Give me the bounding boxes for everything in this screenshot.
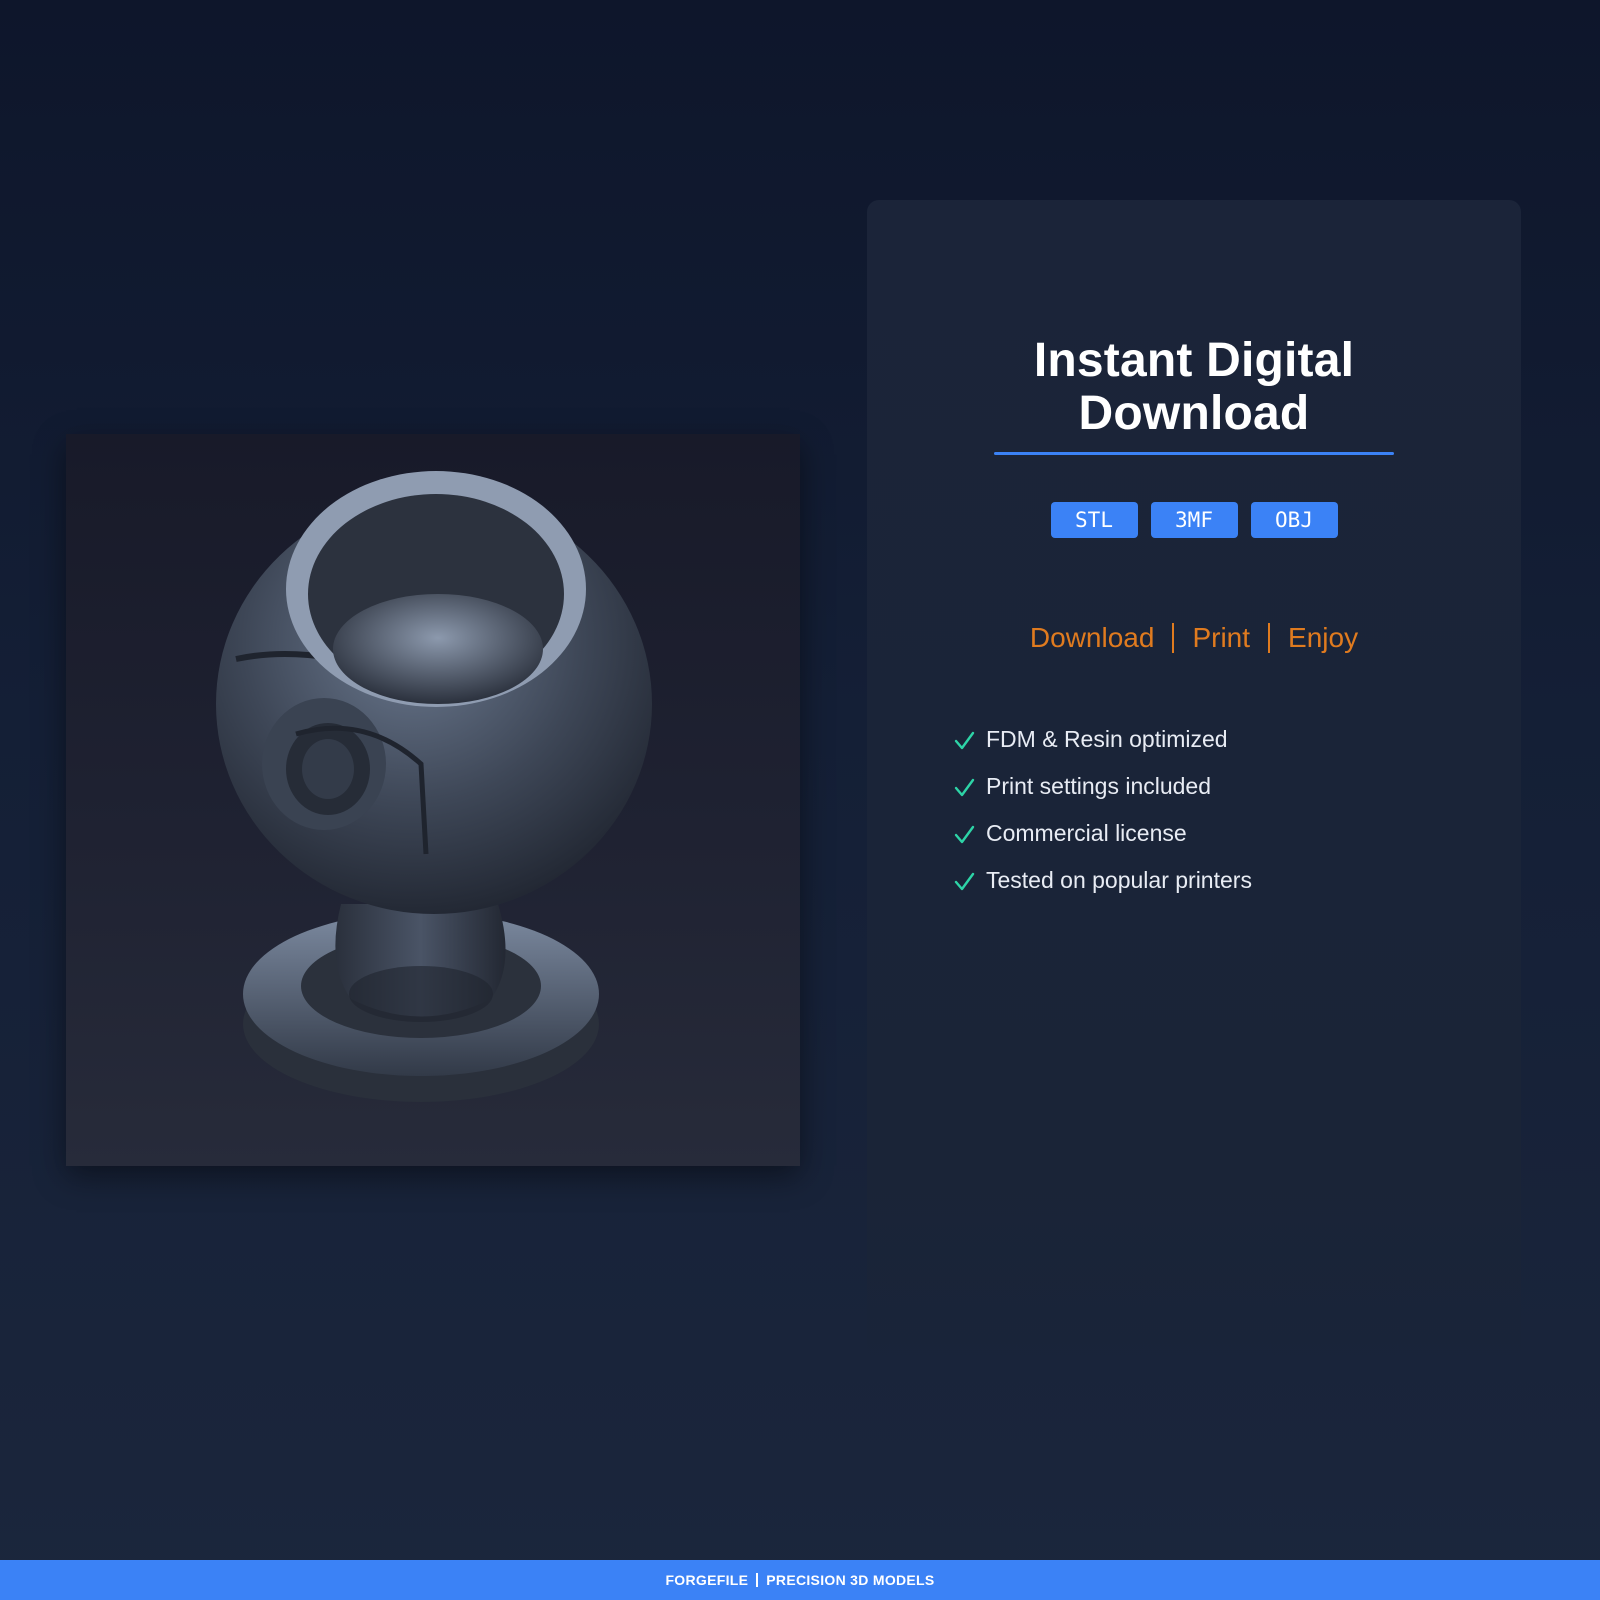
feature-label: Commercial license <box>986 820 1187 846</box>
footer-separator <box>756 1573 759 1587</box>
title-line-2: Download <box>1078 387 1310 440</box>
list-item: FDM & Resin optimized <box>953 716 1252 763</box>
format-badge-obj: OBJ <box>1250 502 1338 538</box>
title-line-1: Instant Digital <box>1033 334 1355 387</box>
check-icon <box>954 778 975 796</box>
feature-label: FDM & Resin optimized <box>986 726 1228 752</box>
footer-brand: FORGEFILE <box>665 1572 749 1588</box>
title-underline <box>994 452 1394 455</box>
feature-list: FDM & Resin optimized Print settings inc… <box>953 716 1252 904</box>
feature-label: Print settings included <box>986 773 1212 799</box>
list-item: Commercial license <box>953 810 1252 857</box>
feature-label: Tested on popular printers <box>986 867 1252 893</box>
3d-model-render <box>216 471 652 1102</box>
card-title: Instant Digital Download <box>867 334 1521 440</box>
footer-tagline: PRECISION 3D MODELS <box>766 1572 935 1588</box>
list-item: Print settings included <box>953 763 1252 810</box>
list-item: Tested on popular printers <box>953 857 1252 904</box>
info-card: Instant Digital Download STL 3MF OBJ Dow… <box>867 200 1521 1400</box>
footer-bar: FORGEFILE PRECISION 3D MODELS <box>0 1560 1600 1600</box>
check-icon <box>954 825 975 843</box>
step-separator <box>1172 623 1175 653</box>
format-badges: STL 3MF OBJ <box>867 502 1521 538</box>
step-separator <box>1268 623 1271 653</box>
product-image <box>66 434 800 1166</box>
check-icon <box>954 731 975 749</box>
step-print: Print <box>1192 622 1251 653</box>
steps-line: Download Print Enjoy <box>867 622 1521 654</box>
step-download: Download <box>1029 622 1155 653</box>
step-enjoy: Enjoy <box>1288 622 1359 653</box>
check-icon <box>954 872 975 890</box>
format-badge-3mf: 3MF <box>1150 502 1238 538</box>
format-badge-stl: STL <box>1050 502 1138 538</box>
